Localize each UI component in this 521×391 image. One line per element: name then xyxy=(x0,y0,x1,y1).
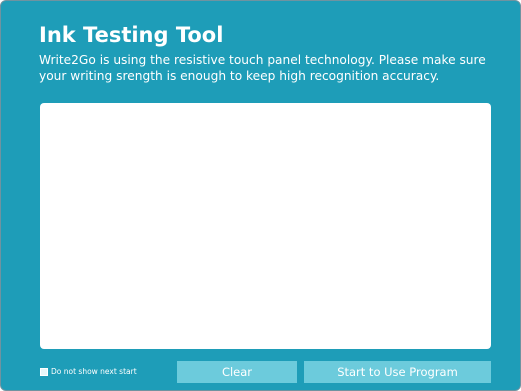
checkbox-label: Do not show next start xyxy=(51,367,137,376)
ink-writing-canvas[interactable] xyxy=(40,103,491,349)
start-program-button[interactable]: Start to Use Program xyxy=(304,361,491,383)
page-title: Ink Testing Tool xyxy=(39,23,224,47)
checkbox-box-icon[interactable] xyxy=(40,368,48,376)
dialog-panel: Ink Testing Tool Write2Go is using the r… xyxy=(0,0,521,391)
clear-button[interactable]: Clear xyxy=(177,361,297,383)
footer-bar: Do not show next start Clear Start to Us… xyxy=(1,361,520,383)
ink-testing-window: Ink Testing Tool Write2Go is using the r… xyxy=(0,0,521,391)
do-not-show-checkbox[interactable]: Do not show next start xyxy=(40,365,137,379)
description-text: Write2Go is using the resistive touch pa… xyxy=(39,53,486,83)
